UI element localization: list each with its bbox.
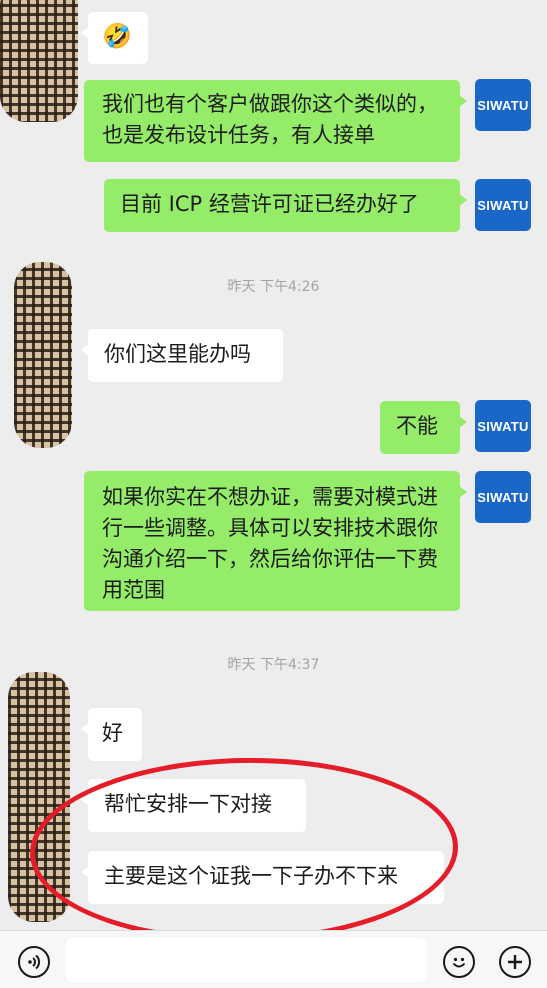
my-avatar[interactable]: SIWATU [475, 400, 531, 452]
message-text: 不能 [396, 414, 438, 438]
plus-icon[interactable] [499, 946, 531, 978]
contact-avatar-top[interactable] [0, 0, 78, 122]
message-text: 好 [102, 721, 123, 745]
message-bubble-adjust-model[interactable]: 如果你实在不想办证，需要对模式进行一些调整。具体可以安排技术跟你沟通介绍一下，然… [84, 471, 467, 611]
message-text: 如果你实在不想办证，需要对模式进行一些调整。具体可以安排技术跟你沟通介绍一下，然… [102, 485, 438, 602]
message-text: 你们这里能办吗 [104, 342, 251, 366]
message-text: 我们也有个客户做跟你这个类似的，也是发布设计任务，有人接单 [102, 92, 438, 147]
message-text: 目前 ICP 经营许可证已经办好了 [120, 192, 419, 216]
message-bubble-icp-license[interactable]: 目前 ICP 经营许可证已经办好了 [104, 179, 467, 232]
message-bubble-can-you-do[interactable]: 你们这里能办吗 [81, 329, 283, 382]
my-avatar[interactable]: SIWATU [475, 79, 531, 131]
my-avatar[interactable]: SIWATU [475, 471, 531, 523]
message-bubble-emoji[interactable]: 🤣 [81, 12, 148, 64]
voice-icon[interactable] [18, 946, 50, 978]
message-bubble-ok[interactable]: 好 [81, 708, 142, 761]
timestamp: 昨天 下午4:37 [227, 657, 320, 673]
laughing-tears-emoji: 🤣 [102, 22, 132, 50]
emoji-face-icon[interactable] [443, 946, 475, 978]
message-bubble-no[interactable]: 不能 [380, 401, 467, 454]
message-bubble-similar-client[interactable]: 我们也有个客户做跟你这个类似的，也是发布设计任务，有人接单 [84, 80, 467, 162]
message-input[interactable] [66, 938, 426, 982]
timestamp: 昨天 下午4:26 [227, 279, 320, 295]
my-avatar[interactable]: SIWATU [475, 179, 531, 231]
